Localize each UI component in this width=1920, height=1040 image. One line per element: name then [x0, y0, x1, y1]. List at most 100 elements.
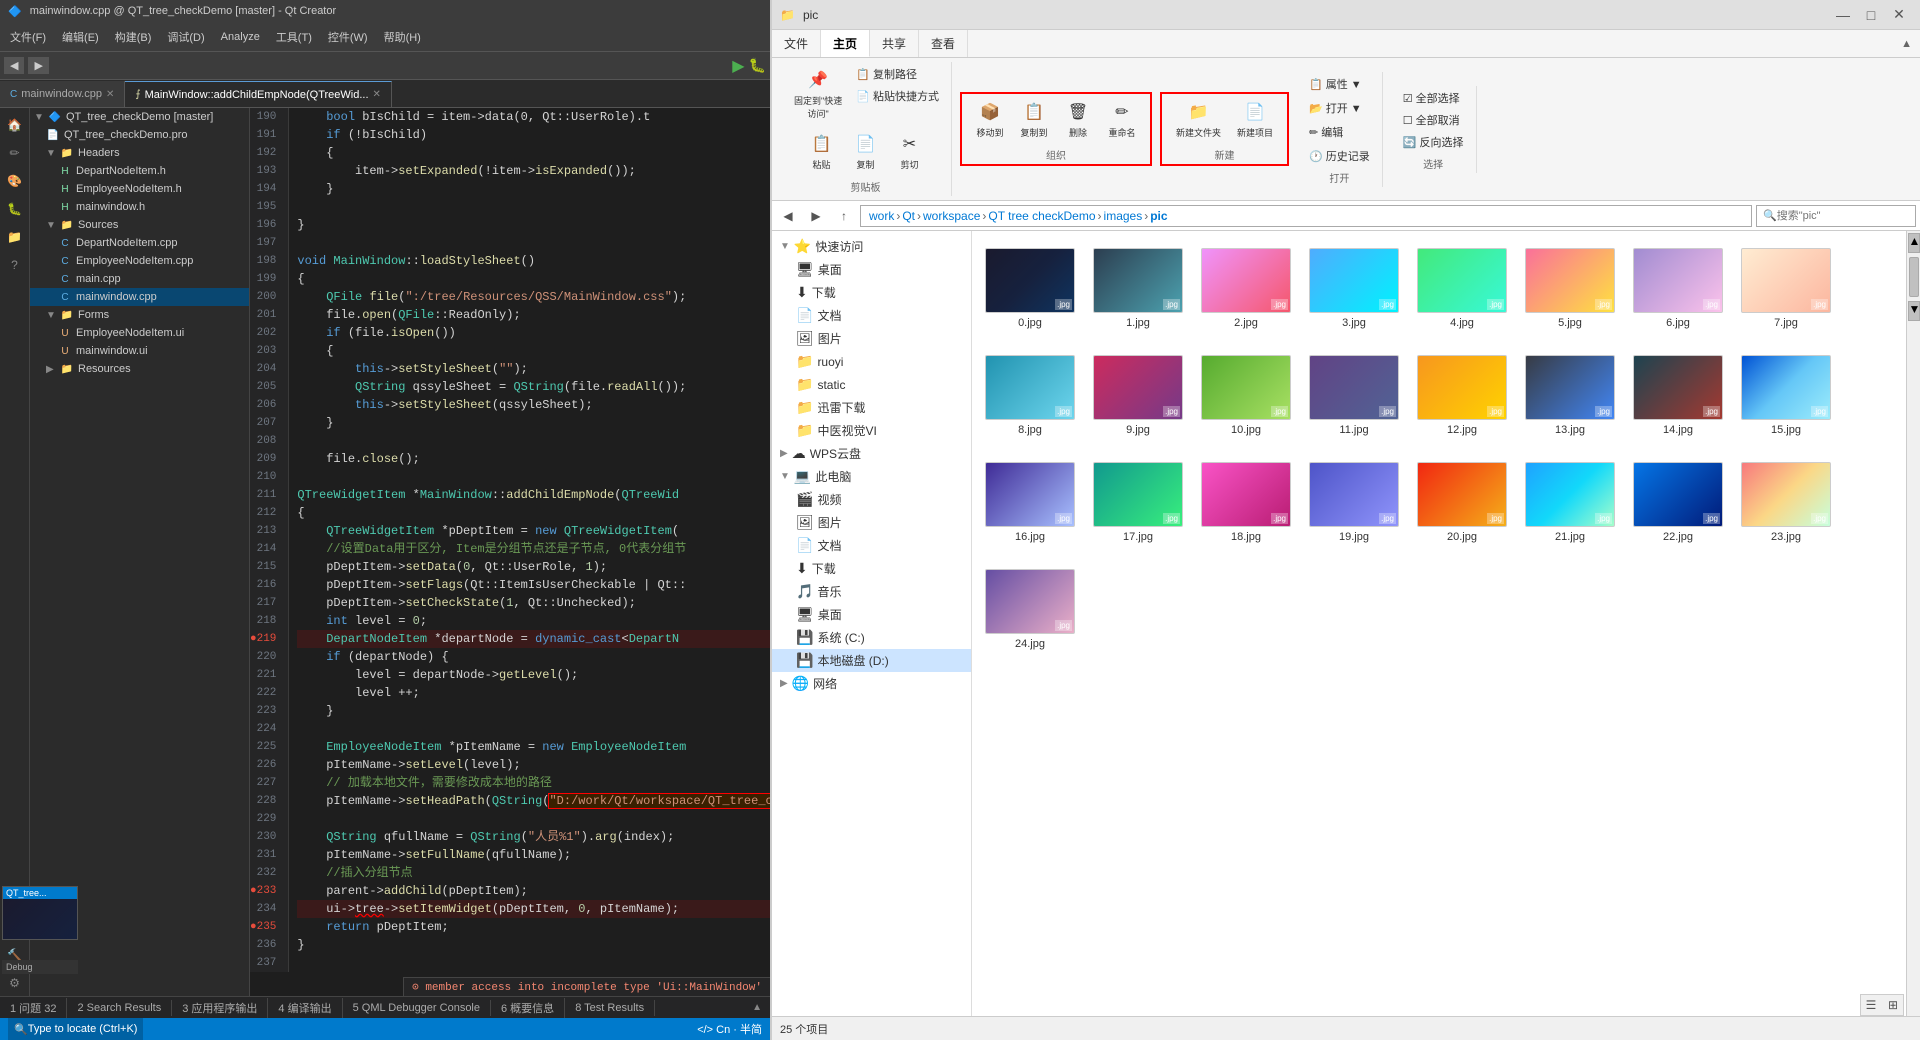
maximize-button[interactable]: □	[1858, 2, 1884, 28]
file-item-20.jpg[interactable]: .jpg 20.jpg	[1412, 453, 1512, 552]
path-qt[interactable]: Qt	[902, 209, 915, 223]
code-editor[interactable]: 190 191 192 193 194 195 196 197 198 199 …	[250, 108, 770, 996]
search-input[interactable]	[1777, 210, 1897, 222]
nav-pictures[interactable]: 🖼 图片	[772, 327, 971, 350]
search-locate[interactable]: 🔍 Type to locate (Ctrl+K)	[8, 1018, 143, 1040]
tree-root[interactable]: ▼ 🔷 QT_tree_checkDemo [master]	[30, 108, 249, 126]
scroll-up[interactable]: ▲	[1908, 233, 1920, 253]
forward-button[interactable]: ▶	[28, 57, 48, 74]
ribbon-new-item[interactable]: 📄 新建项目	[1231, 96, 1279, 143]
minimize-button[interactable]: —	[1830, 2, 1856, 28]
path-pic[interactable]: pic	[1150, 209, 1167, 223]
sidebar-debug[interactable]: 🐛	[2, 196, 28, 222]
file-item-8.jpg[interactable]: .jpg 8.jpg	[980, 346, 1080, 445]
nav-system-c[interactable]: 💾 系统 (C:)	[772, 626, 971, 649]
nav-downloads[interactable]: ⬇ 下载	[772, 281, 971, 304]
file-item-1.jpg[interactable]: .jpg 1.jpg	[1088, 239, 1188, 338]
sidebar-welcome[interactable]: 🏠	[2, 112, 28, 138]
ribbon-tab-share[interactable]: 共享	[870, 30, 919, 57]
nav-desktop[interactable]: 🖥 桌面	[772, 258, 971, 281]
ribbon-tab-file[interactable]: 文件	[772, 30, 821, 57]
ribbon-tab-view[interactable]: 查看	[919, 30, 968, 57]
tree-resources-folder[interactable]: ▶ 📁 Resources	[30, 360, 249, 378]
ribbon-history[interactable]: 🕐 历史记录	[1305, 146, 1374, 166]
menu-file[interactable]: 文件(F)	[4, 27, 52, 47]
back-button[interactable]: ◀	[4, 57, 24, 74]
ribbon-collapse[interactable]: ▲	[1893, 30, 1920, 57]
tab-overview[interactable]: 6 概要信息	[491, 998, 565, 1018]
tree-pro-file[interactable]: 📄 QT_tree_checkDemo.pro	[30, 126, 249, 144]
file-item-14.jpg[interactable]: .jpg 14.jpg	[1628, 346, 1728, 445]
tree-sources-folder[interactable]: ▼ 📁 Sources	[30, 216, 249, 234]
nav-static[interactable]: 📁 static	[772, 373, 971, 396]
sidebar-design[interactable]: 🎨	[2, 168, 28, 194]
sidebar-project[interactable]: 📁	[2, 224, 28, 250]
menu-edit[interactable]: 编辑(E)	[56, 27, 105, 47]
ribbon-delete[interactable]: 🗑 删除	[1058, 96, 1098, 143]
tab-test[interactable]: 8 Test Results	[565, 1000, 655, 1016]
menu-help[interactable]: 帮助(H)	[378, 27, 427, 47]
view-list[interactable]: ☰	[1861, 995, 1881, 1015]
ribbon-properties[interactable]: 📋 属性 ▼	[1305, 74, 1374, 94]
resize-handle[interactable]: ▲	[744, 1002, 770, 1013]
file-item-17.jpg[interactable]: .jpg 17.jpg	[1088, 453, 1188, 552]
nav-down2[interactable]: ⬇ 下载	[772, 557, 971, 580]
nav-zhongyi[interactable]: 📁 中医视觉VI	[772, 419, 971, 442]
sidebar-edit[interactable]: ✏	[2, 140, 28, 166]
sidebar-help[interactable]: ?	[2, 252, 28, 278]
nav-wps-cloud[interactable]: ▶ ☁ WPS云盘	[772, 442, 971, 465]
scroll-thumb[interactable]	[1909, 257, 1919, 297]
status-code[interactable]: </> Cn · 半简	[697, 1021, 762, 1037]
toolbar-run[interactable]: ▶	[732, 56, 744, 76]
file-item-6.jpg[interactable]: .jpg 6.jpg	[1628, 239, 1728, 338]
menu-analyze[interactable]: Analyze	[215, 29, 266, 45]
ribbon-new-folder[interactable]: 📁 新建文件夹	[1170, 96, 1227, 143]
ribbon-copy-path[interactable]: 📋 复制路径	[852, 64, 943, 84]
tree-employee-h[interactable]: H EmployeeNodeItem.h	[30, 180, 249, 198]
ribbon-paste-shortcut[interactable]: 📄 粘贴快捷方式	[852, 86, 943, 106]
path-workspace[interactable]: workspace	[923, 209, 980, 223]
file-item-18.jpg[interactable]: .jpg 18.jpg	[1196, 453, 1296, 552]
nav-ruoyi[interactable]: 📁 ruoyi	[772, 350, 971, 373]
tree-depart-cpp[interactable]: C DepartNodeItem.cpp	[30, 234, 249, 252]
nav-documents[interactable]: 📄 文档	[772, 304, 971, 327]
file-item-24.jpg[interactable]: .jpg 24.jpg	[980, 560, 1080, 659]
ribbon-select-all[interactable]: ☑ 全部选择	[1399, 88, 1468, 108]
file-item-5.jpg[interactable]: .jpg 5.jpg	[1520, 239, 1620, 338]
nav-local-d[interactable]: 💾 本地磁盘 (D:)	[772, 649, 971, 672]
file-item-23.jpg[interactable]: .jpg 23.jpg	[1736, 453, 1836, 552]
nav-xunlei[interactable]: 📁 迅雷下载	[772, 396, 971, 419]
tab-mainwindow-cpp[interactable]: C mainwindow.cpp ✕	[0, 81, 125, 107]
nav-music[interactable]: 🎵 音乐	[772, 580, 971, 603]
ribbon-deselect[interactable]: ☐ 全部取消	[1399, 110, 1468, 130]
tab-app-output[interactable]: 3 应用程序输出	[172, 998, 268, 1018]
ribbon-paste[interactable]: 📋 粘贴	[801, 128, 841, 175]
path-images[interactable]: images	[1104, 209, 1143, 223]
tab-qml[interactable]: 5 QML Debugger Console	[343, 1000, 491, 1016]
file-item-13.jpg[interactable]: .jpg 13.jpg	[1520, 346, 1620, 445]
file-item-15.jpg[interactable]: .jpg 15.jpg	[1736, 346, 1836, 445]
file-item-3.jpg[interactable]: .jpg 3.jpg	[1304, 239, 1404, 338]
tree-employee-ui[interactable]: U EmployeeNodeItem.ui	[30, 324, 249, 342]
tab-addchild[interactable]: ⨍ MainWindow::addChildEmpNode(QTreeWid..…	[125, 81, 392, 107]
toolbar-debug[interactable]: 🐛	[749, 57, 766, 74]
file-item-10.jpg[interactable]: .jpg 10.jpg	[1196, 346, 1296, 445]
tree-forms-folder[interactable]: ▼ 📁 Forms	[30, 306, 249, 324]
menu-tools[interactable]: 工具(T)	[270, 27, 318, 47]
tab-problems[interactable]: 1 问题 32	[0, 998, 67, 1018]
tree-employee-cpp[interactable]: C EmployeeNodeItem.cpp	[30, 252, 249, 270]
file-item-21.jpg[interactable]: .jpg 21.jpg	[1520, 453, 1620, 552]
file-item-4.jpg[interactable]: .jpg 4.jpg	[1412, 239, 1512, 338]
file-item-22.jpg[interactable]: .jpg 22.jpg	[1628, 453, 1728, 552]
file-item-9.jpg[interactable]: .jpg 9.jpg	[1088, 346, 1188, 445]
search-box[interactable]: 🔍	[1756, 205, 1916, 227]
nav-network[interactable]: ▶ 🌐 网络	[772, 672, 971, 695]
tab-close-active[interactable]: ✕	[373, 89, 381, 100]
tab-compile[interactable]: 4 编译输出	[268, 998, 342, 1018]
file-item-16.jpg[interactable]: .jpg 16.jpg	[980, 453, 1080, 552]
close-button[interactable]: ✕	[1886, 2, 1912, 28]
ribbon-invert[interactable]: 🔄 反向选择	[1399, 132, 1468, 152]
file-item-7.jpg[interactable]: .jpg 7.jpg	[1736, 239, 1836, 338]
nav-forward[interactable]: ▶	[804, 204, 828, 228]
tree-mainwindow-cpp[interactable]: C mainwindow.cpp	[30, 288, 249, 306]
